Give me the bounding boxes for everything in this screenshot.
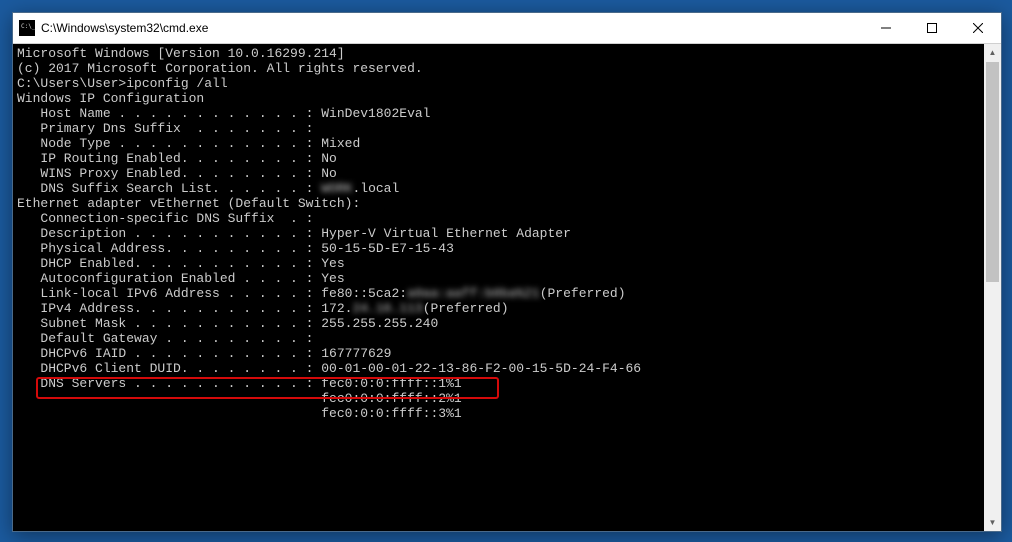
redacted-text: 24.16.113 [352,301,422,316]
window-controls [863,13,1001,43]
redacted-text: a0aa:aaff:b0ba%21 [407,286,540,301]
section-header: Windows IP Configuration [17,91,984,106]
titlebar[interactable]: C:\Windows\system32\cmd.exe [13,13,1001,44]
output-line: Microsoft Windows [Version 10.0.16299.21… [17,46,984,61]
cmd-window: C:\Windows\system32\cmd.exe Microsoft Wi… [12,12,1002,532]
text-segment: (Preferred) [423,301,509,316]
output-line: DHCP Enabled. . . . . . . . . . . : Yes [17,256,984,271]
redacted-text: WORK [321,181,352,196]
physical-address-line: Physical Address. . . . . . . . . : 50-1… [17,241,984,256]
window-title: C:\Windows\system32\cmd.exe [41,21,863,35]
minimize-button[interactable] [863,13,909,43]
output-line: DHCPv6 Client DUID. . . . . . . . : 00-0… [17,361,984,376]
scroll-down-arrow[interactable]: ▼ [984,514,1001,531]
scroll-thumb[interactable] [986,62,999,282]
cmd-icon [19,20,35,36]
close-button[interactable] [955,13,1001,43]
output-line: WINS Proxy Enabled. . . . . . . . : No [17,166,984,181]
terminal-output[interactable]: Microsoft Windows [Version 10.0.16299.21… [13,44,984,531]
text-segment: IPv4 Address. . . . . . . . . . . : 172. [17,301,352,316]
output-line: Default Gateway . . . . . . . . . : [17,331,984,346]
output-line: Host Name . . . . . . . . . . . . : WinD… [17,106,984,121]
output-line: Autoconfiguration Enabled . . . . : Yes [17,271,984,286]
output-line: fec0:0:0:ffff::3%1 [17,406,984,421]
output-line: DNS Suffix Search List. . . . . . : WORK… [17,181,984,196]
output-line: DHCPv6 IAID . . . . . . . . . . . : 1677… [17,346,984,361]
output-line: (c) 2017 Microsoft Corporation. All righ… [17,61,984,76]
text-segment: (Preferred) [540,286,626,301]
text-segment: DNS Suffix Search List. . . . . . : [17,181,321,196]
output-line: Description . . . . . . . . . . . : Hype… [17,226,984,241]
prompt-line: C:\Users\User>ipconfig /all [17,76,984,91]
output-line: Subnet Mask . . . . . . . . . . . : 255.… [17,316,984,331]
output-line: IPv4 Address. . . . . . . . . . . : 172.… [17,301,984,316]
client-area: Microsoft Windows [Version 10.0.16299.21… [13,44,1001,531]
output-line: Primary Dns Suffix . . . . . . . : [17,121,984,136]
text-segment: Link-local IPv6 Address . . . . . : fe80… [17,286,407,301]
text-segment: .local [352,181,399,196]
output-line: DNS Servers . . . . . . . . . . . : fec0… [17,376,984,391]
output-line: Link-local IPv6 Address . . . . . : fe80… [17,286,984,301]
output-line: Connection-specific DNS Suffix . : [17,211,984,226]
vertical-scrollbar[interactable]: ▲ ▼ [984,44,1001,531]
output-line: Node Type . . . . . . . . . . . . : Mixe… [17,136,984,151]
output-line: fec0:0:0:ffff::2%1 [17,391,984,406]
output-line: IP Routing Enabled. . . . . . . . : No [17,151,984,166]
adapter-header: Ethernet adapter vEthernet (Default Swit… [17,196,984,211]
maximize-button[interactable] [909,13,955,43]
scroll-up-arrow[interactable]: ▲ [984,44,1001,61]
